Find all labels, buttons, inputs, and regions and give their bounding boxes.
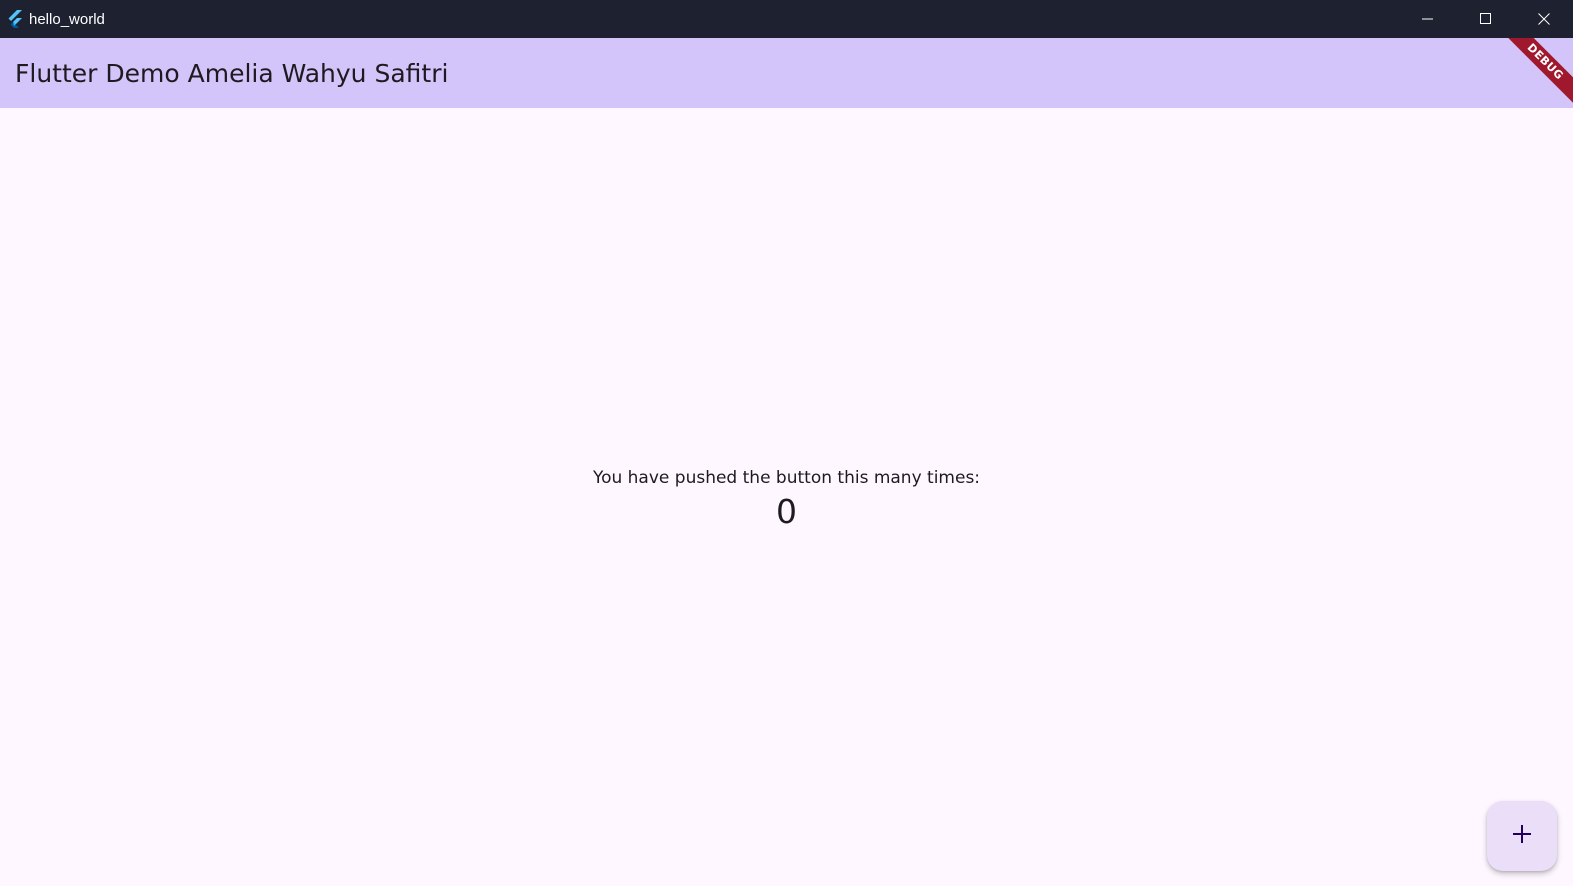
minimize-button[interactable] (1399, 0, 1457, 38)
app-window: hello_world Flutter Demo Amelia Wahyu Sa… (0, 0, 1573, 886)
minimize-icon (1422, 10, 1434, 29)
window-titlebar[interactable]: hello_world (0, 0, 1573, 38)
flutter-logo-icon (5, 9, 25, 29)
counter-message: You have pushed the button this many tim… (592, 468, 981, 488)
window-title: hello_world (29, 10, 105, 28)
close-button[interactable] (1515, 0, 1573, 38)
close-icon (1538, 10, 1550, 29)
increment-button[interactable] (1487, 801, 1557, 871)
window-controls (1399, 0, 1573, 38)
counter-section: You have pushed the button this many tim… (0, 462, 1573, 531)
page-title: Flutter Demo Amelia Wahyu Safitri (15, 58, 449, 88)
add-icon (1512, 824, 1532, 848)
counter-value: 0 (776, 492, 797, 531)
maximize-button[interactable] (1457, 0, 1515, 38)
maximize-icon (1480, 10, 1492, 29)
app-bar: Flutter Demo Amelia Wahyu Safitri (0, 38, 1573, 108)
